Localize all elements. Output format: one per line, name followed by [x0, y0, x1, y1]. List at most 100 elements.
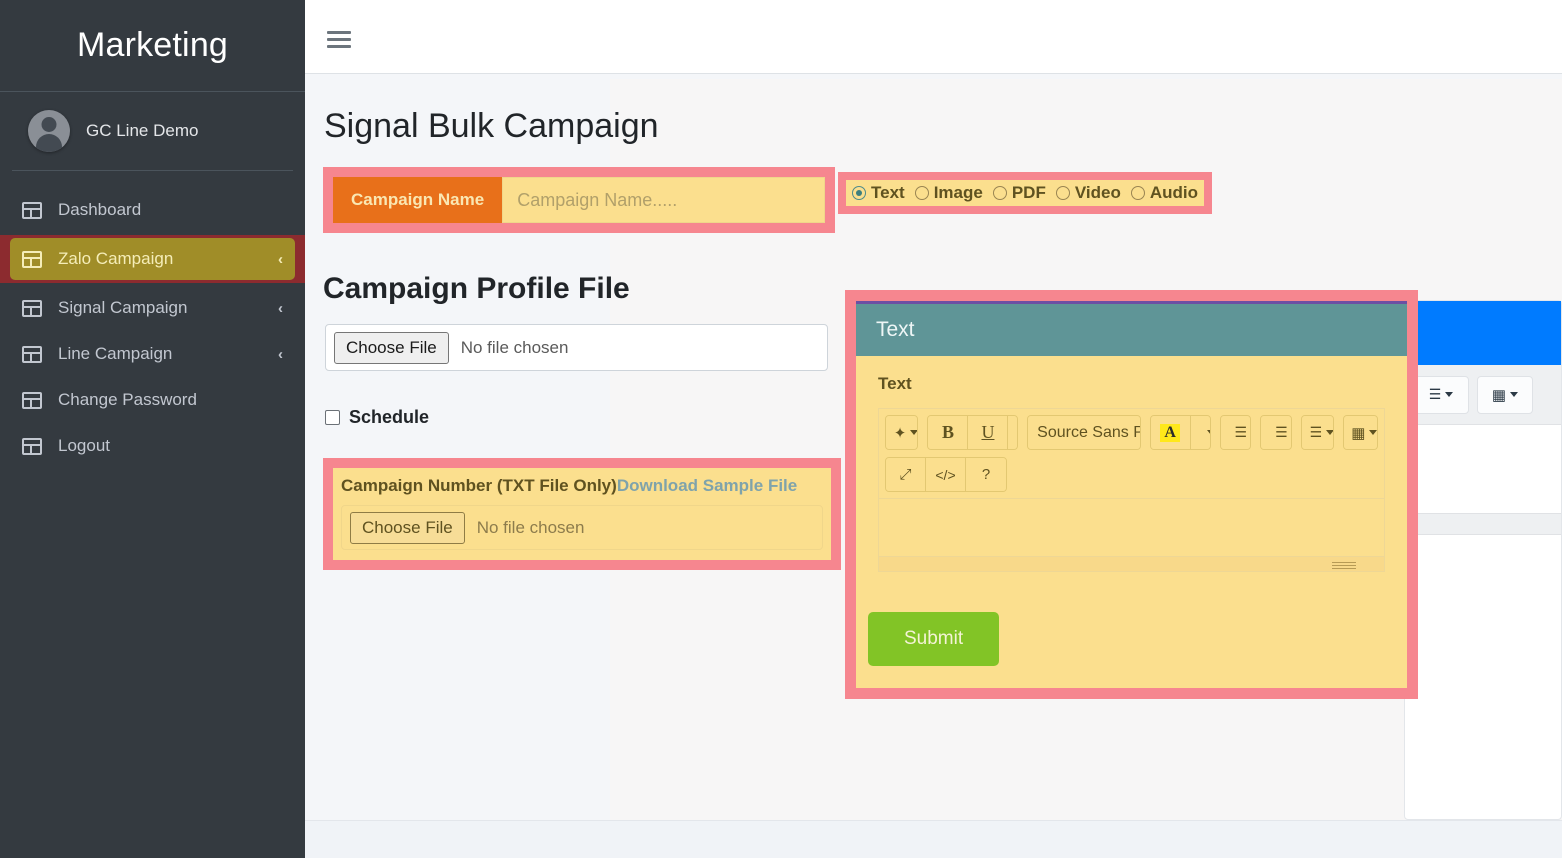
table-insert-icon[interactable]: ▦ — [1344, 416, 1378, 449]
sidebar-item-change-password[interactable]: Change Password — [10, 379, 295, 421]
radio-dot-icon[interactable] — [1055, 186, 1070, 200]
sidebar-item-label: Logout — [58, 436, 110, 455]
toolbar-row-1: ✦ B U ▦ Source Sans Pro — [885, 415, 1379, 450]
submit-button[interactable]: Submit — [868, 612, 1000, 666]
underline-icon[interactable]: U — [968, 416, 1009, 449]
radio-option-text[interactable]: Text — [852, 183, 905, 203]
toolbar-group-font: Source Sans Pro — [1027, 415, 1141, 450]
media-type-radio-group: Text Image PDF Video Audio — [846, 180, 1204, 206]
font-color-dropdown[interactable] — [1190, 416, 1210, 449]
campaign-name-label: Campaign Name — [333, 177, 503, 223]
toolbar-group-table: ▦ — [1343, 415, 1379, 450]
secondary-card-statusbar — [1405, 513, 1561, 535]
rich-text-editing-area[interactable] — [878, 499, 1385, 557]
app-root: Marketing GC Line Demo Dashboard Zalo Ca… — [0, 0, 1562, 858]
sidebar-item-line-campaign[interactable]: Line Campaign ‹ — [10, 333, 295, 375]
radio-label: Audio — [1149, 183, 1198, 202]
profile-file-input[interactable]: Choose File No file chosen — [325, 324, 828, 371]
font-family-dropdown[interactable]: Source Sans Pro — [1028, 416, 1140, 449]
text-editor-card: Text Text ✦ B U ▦ — [856, 301, 1407, 688]
table-icon — [22, 437, 42, 455]
user-name: GC Line Demo — [86, 121, 199, 140]
toolbar-group-style: ✦ — [885, 415, 919, 450]
sidebar-item-label: Signal Campaign — [58, 298, 188, 317]
chevron-left-icon: ‹ — [278, 345, 283, 363]
radio-label: Image — [933, 183, 983, 202]
media-type-highlight: Text Image PDF Video Audio — [838, 172, 1212, 214]
sidebar-item-label: Dashboard — [58, 200, 142, 219]
sidebar: Marketing GC Line Demo Dashboard Zalo Ca… — [0, 0, 305, 858]
brand-logo[interactable]: Marketing — [0, 0, 305, 92]
radio-dot-icon[interactable] — [992, 186, 1007, 200]
radio-option-image[interactable]: Image — [914, 183, 983, 203]
text-field-label: Text — [878, 374, 912, 393]
radio-dot-icon[interactable] — [914, 186, 929, 200]
font-color-icon[interactable]: A — [1150, 416, 1191, 449]
secondary-card: ☰ ▦ — [1404, 300, 1562, 820]
rich-text-toolbar: ✦ B U ▦ Source Sans Pro — [878, 408, 1385, 499]
sidebar-item-signal-campaign[interactable]: Signal Campaign ‹ — [10, 287, 295, 329]
schedule-label: Schedule — [349, 407, 430, 427]
campaign-number-highlight: Campaign Number (TXT File Only)Download … — [323, 458, 841, 570]
profile-choose-file-button[interactable]: Choose File — [334, 331, 449, 364]
toolbar-row-2: ⤢ </> ? — [885, 457, 1378, 492]
bold-icon[interactable]: B — [928, 416, 969, 449]
paragraph-align-icon[interactable]: ☰ — [1301, 416, 1334, 449]
toolbar-group-view: ⤢ </> ? — [885, 457, 1007, 492]
toolbar-group-ul: ☰ — [1219, 415, 1252, 450]
top-navbar — [305, 5, 1562, 74]
text-editor-card-body: Text ✦ B U ▦ — [856, 356, 1407, 572]
radio-label: PDF — [1011, 183, 1046, 202]
unordered-list-icon[interactable]: ☰ — [1220, 416, 1251, 449]
secondary-card-body — [1405, 425, 1561, 513]
campaign-name-highlight: Campaign Name — [323, 167, 835, 233]
sidebar-item-zalo-campaign[interactable]: Zalo Campaign ‹ — [0, 235, 305, 283]
campaign-number-file-input[interactable]: Choose File No file chosen — [341, 505, 823, 550]
footer — [305, 820, 1562, 858]
ordered-list-icon[interactable]: ☰ — [1261, 416, 1291, 449]
campaign-number-label: Campaign Number (TXT File Only) — [341, 476, 617, 495]
radio-option-pdf[interactable]: PDF — [992, 183, 1046, 203]
campaign-number-choose-file-button[interactable]: Choose File — [350, 511, 465, 544]
text-editor-highlight: Text Text ✦ B U ▦ — [845, 290, 1418, 699]
magic-wand-icon[interactable]: ✦ — [886, 416, 918, 449]
user-panel[interactable]: GC Line Demo — [12, 92, 293, 171]
toolbar-group-color: A — [1149, 415, 1211, 450]
campaign-name-input[interactable] — [502, 177, 825, 223]
fullscreen-icon[interactable]: ⤢ — [886, 458, 926, 491]
radio-option-video[interactable]: Video — [1055, 183, 1121, 203]
rich-text-statusbar — [878, 557, 1385, 572]
chevron-left-icon: ‹ — [278, 250, 283, 268]
secondary-card-header — [1405, 301, 1561, 365]
table-insert-icon[interactable]: ▦ — [1477, 375, 1533, 414]
paragraph-align-icon[interactable]: ☰ — [1413, 375, 1469, 414]
sidebar-item-dashboard[interactable]: Dashboard — [10, 189, 295, 231]
sidebar-item-label: Zalo Campaign — [58, 249, 174, 268]
code-view-icon[interactable]: </> — [926, 458, 966, 491]
table-icon — [22, 391, 42, 409]
table-icon — [22, 345, 42, 363]
schedule-checkbox[interactable] — [325, 410, 340, 425]
download-sample-file-link[interactable]: Download Sample File — [617, 476, 797, 495]
radio-label: Text — [871, 183, 905, 202]
campaign-name-group: Campaign Name — [333, 177, 825, 223]
resize-handle-icon[interactable] — [1332, 560, 1356, 571]
toolbar-group-format: B U ▦ — [927, 415, 1019, 450]
radio-dot-icon[interactable] — [852, 186, 866, 200]
sidebar-nav: Dashboard Zalo Campaign ‹ Signal Campaig… — [0, 171, 305, 467]
secondary-card-toolbar: ☰ ▦ — [1405, 365, 1561, 425]
eraser-icon[interactable]: ▦ — [1008, 416, 1018, 449]
sidebar-item-label: Change Password — [58, 390, 197, 409]
campaign-number-header: Campaign Number (TXT File Only)Download … — [341, 474, 823, 505]
hamburger-icon[interactable] — [327, 27, 351, 52]
radio-label: Video — [1074, 183, 1121, 202]
schedule-row[interactable]: Schedule — [325, 407, 429, 428]
radio-dot-icon[interactable] — [1130, 186, 1145, 200]
submit-row: Submit — [856, 572, 1407, 688]
help-icon[interactable]: ? — [966, 458, 1006, 491]
table-icon — [22, 250, 42, 268]
radio-option-audio[interactable]: Audio — [1130, 183, 1198, 203]
sidebar-item-logout[interactable]: Logout — [10, 425, 295, 467]
brand-title: Marketing — [76, 26, 229, 64]
text-editor-card-header: Text — [856, 301, 1407, 356]
